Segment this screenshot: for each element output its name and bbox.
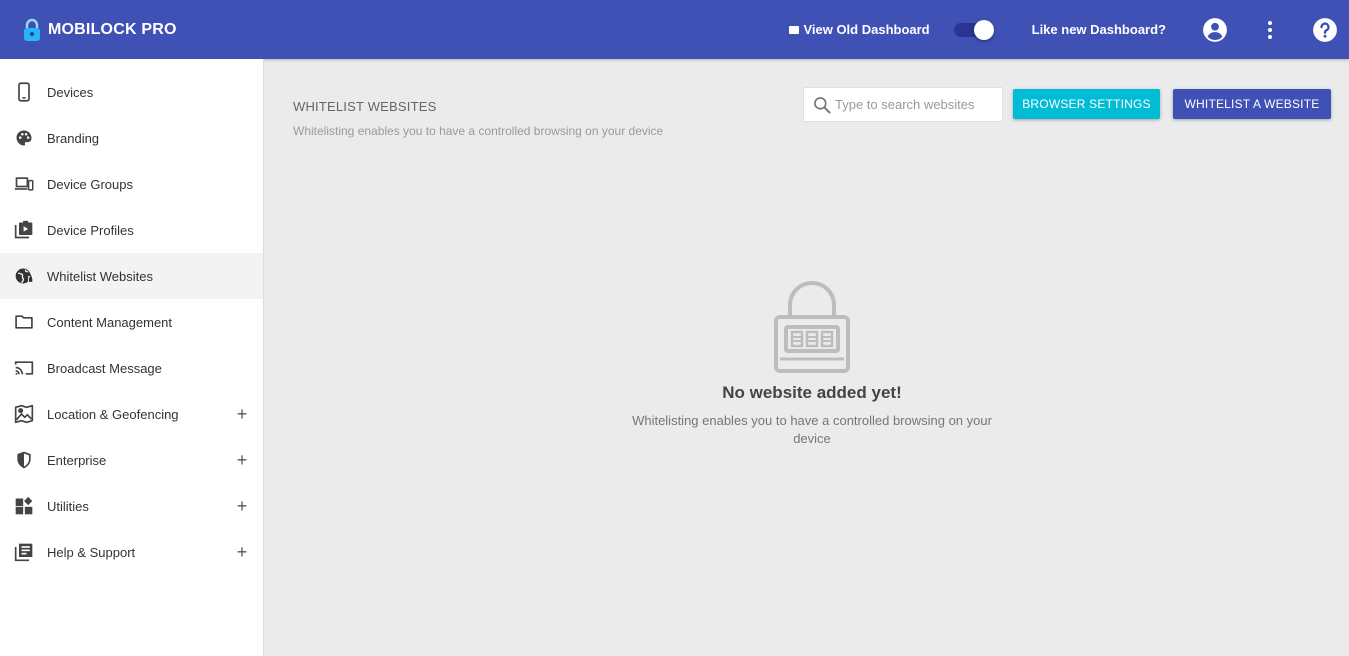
sidebar-item-devices[interactable]: Devices xyxy=(0,69,263,115)
more-vert-icon[interactable] xyxy=(1257,17,1283,43)
sidebar-item-label: Whitelist Websites xyxy=(47,268,153,284)
palette-icon xyxy=(14,128,34,148)
search-box[interactable] xyxy=(803,87,1003,122)
widgets-icon xyxy=(14,496,34,516)
sidebar-item-branding[interactable]: Branding xyxy=(0,115,263,161)
main-content: WHITELIST WEBSITES Whitelisting enables … xyxy=(264,59,1349,656)
sidebar-item-label: Device Profiles xyxy=(47,222,134,238)
sidebar-item-location-geofencing[interactable]: Location & Geofencing + xyxy=(0,391,263,437)
toggle-knob xyxy=(973,19,994,40)
sidebar-item-label: Branding xyxy=(47,130,100,146)
expand-plus-icon[interactable]: + xyxy=(235,542,249,562)
expand-plus-icon[interactable]: + xyxy=(235,450,249,470)
like-new-dashboard-link[interactable]: Like new Dashboard? xyxy=(1032,22,1166,37)
sidebar-item-utilities[interactable]: Utilities + xyxy=(0,483,263,529)
folder-icon xyxy=(14,312,34,332)
expand-plus-icon[interactable]: + xyxy=(235,496,249,516)
sidebar-item-enterprise[interactable]: Enterprise + xyxy=(0,437,263,483)
view-old-dashboard-label: View Old Dashboard xyxy=(803,22,930,37)
brand[interactable]: MOBILOCK PRO xyxy=(22,18,177,42)
view-old-dashboard-link[interactable]: View Old Dashboard xyxy=(789,22,930,37)
app-title: MOBILOCK PRO xyxy=(48,20,177,38)
empty-state-text: Whitelisting enables you to have a contr… xyxy=(632,413,992,446)
search-input[interactable] xyxy=(835,97,995,112)
phone-icon xyxy=(14,82,34,102)
search-icon xyxy=(814,96,831,113)
profiles-icon xyxy=(14,220,34,240)
lock-logo-icon xyxy=(24,18,40,41)
top-actions: View Old Dashboard Like new Dashboard? xyxy=(789,0,1349,59)
whitelist-website-button[interactable]: WHITELIST A WEBSITE xyxy=(1173,89,1331,119)
sidebar: Devices Branding Device Groups Device Pr… xyxy=(0,59,264,656)
sidebar-item-label: Utilities xyxy=(47,498,89,514)
help-icon[interactable] xyxy=(1312,17,1338,43)
cast-icon xyxy=(14,358,34,378)
sidebar-item-label: Help & Support xyxy=(47,544,136,560)
empty-state: No website added yet! Whitelisting enabl… xyxy=(612,279,1012,448)
sidebar-item-device-groups[interactable]: Device Groups xyxy=(0,161,263,207)
sidebar-item-device-profiles[interactable]: Device Profiles xyxy=(0,207,263,253)
empty-state-title: No website added yet! xyxy=(722,383,902,402)
account-circle-icon[interactable] xyxy=(1202,17,1228,43)
monitor-icon xyxy=(789,25,800,34)
globe-icon xyxy=(14,266,34,286)
shield-icon xyxy=(14,450,34,470)
sidebar-item-label: Enterprise xyxy=(47,452,107,468)
sidebar-item-whitelist-websites[interactable]: Whitelist Websites xyxy=(0,253,263,299)
sidebar-item-label: Device Groups xyxy=(47,176,133,192)
page-title: WHITELIST WEBSITES xyxy=(293,99,437,114)
devices-icon xyxy=(14,174,34,194)
browser-settings-button[interactable]: BROWSER SETTINGS xyxy=(1013,89,1160,119)
lock-icon xyxy=(774,281,850,373)
map-icon xyxy=(14,404,34,424)
sidebar-item-label: Location & Geofencing xyxy=(47,406,179,422)
sidebar-item-label: Devices xyxy=(47,84,94,100)
expand-plus-icon[interactable]: + xyxy=(235,404,249,424)
sidebar-item-content-management[interactable]: Content Management xyxy=(0,299,263,345)
dashboard-toggle[interactable] xyxy=(953,19,994,40)
sidebar-item-help-support[interactable]: Help & Support + xyxy=(0,529,263,575)
sidebar-item-label: Content Management xyxy=(47,314,173,330)
top-bar: MOBILOCK PRO View Old Dashboard Like new… xyxy=(0,0,1349,59)
library-icon xyxy=(14,542,34,562)
sidebar-item-label: Broadcast Message xyxy=(47,360,162,376)
sidebar-item-broadcast-message[interactable]: Broadcast Message xyxy=(0,345,263,391)
page-subtitle: Whitelisting enables you to have a contr… xyxy=(293,124,664,138)
